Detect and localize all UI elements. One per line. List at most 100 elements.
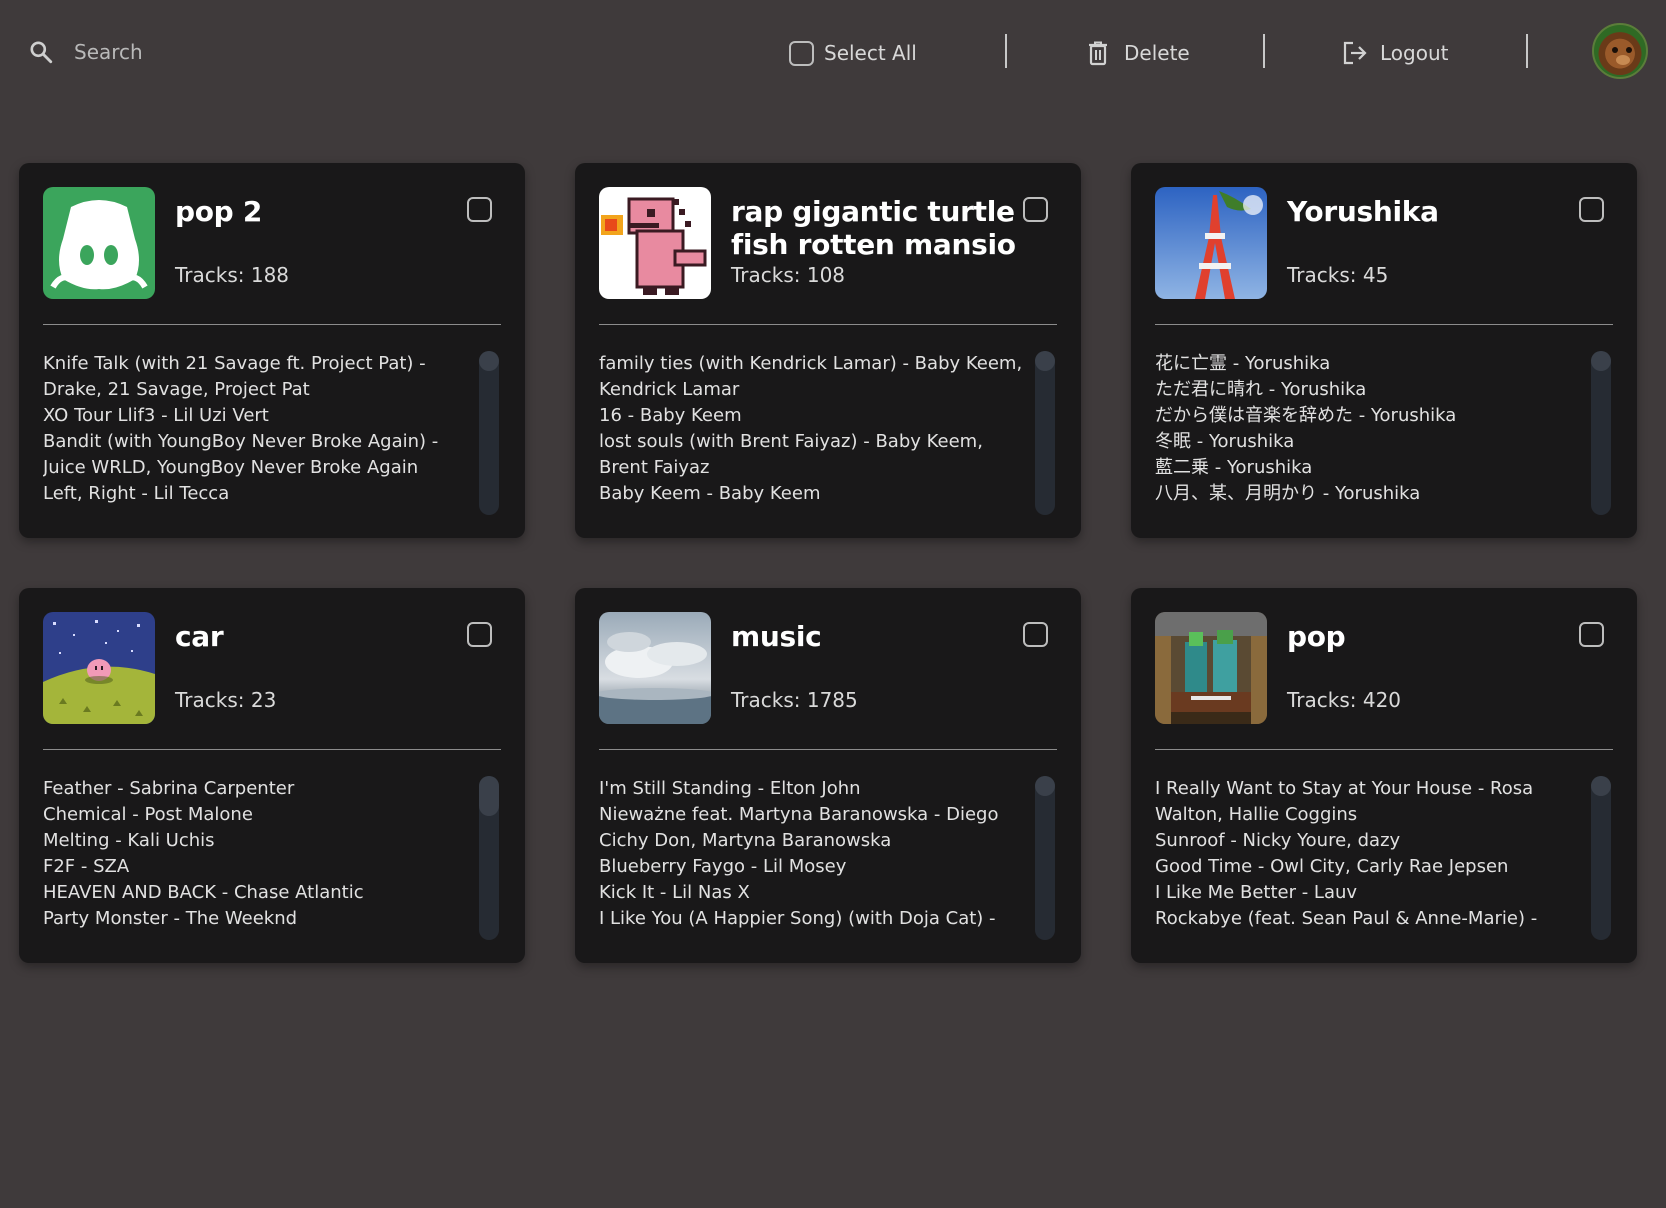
track-count: Tracks: 108 xyxy=(731,263,846,287)
track-list-item: Nieważne feat. Martyna Baranowska - Dieg… xyxy=(599,804,999,851)
track-list-scrollbar[interactable] xyxy=(1591,351,1611,515)
trash-icon xyxy=(1089,41,1107,66)
track-list-item: Good Time - Owl City, Carly Rae Jepsen xyxy=(1155,856,1509,877)
track-list-item: family ties (with Kendrick Lamar) - Baby… xyxy=(599,353,1023,400)
track-list-item: Kick It - Lil Nas X xyxy=(599,882,750,903)
track-list-item: HEAVEN AND BACK - Chase Atlantic xyxy=(43,882,364,903)
playlist-cover-image xyxy=(43,612,155,724)
playlist-title: rap gigantic turtle fish rotten mansio xyxy=(731,195,1016,261)
track-list-item: Blueberry Faygo - Lil Mosey xyxy=(599,856,847,877)
delete-button[interactable]: Delete xyxy=(1086,33,1190,73)
track-list-item: Party Monster - The Weeknd xyxy=(43,908,298,929)
playlist-select-checkbox[interactable] xyxy=(467,197,492,222)
playlist-select-checkbox[interactable] xyxy=(1579,197,1604,222)
divider xyxy=(599,324,1057,325)
track-list-item: 花に亡霊 - Yorushika xyxy=(1155,353,1331,374)
playlist-cover-image xyxy=(599,187,711,299)
track-list-item: I Really Want to Stay at Your House - Ro… xyxy=(1155,778,1534,825)
track-list-item: Knife Talk (with 21 Savage ft. Project P… xyxy=(43,353,426,400)
logout-button[interactable]: Logout xyxy=(1342,33,1448,73)
playlist-select-checkbox[interactable] xyxy=(467,622,492,647)
playlist-title: music xyxy=(731,620,822,653)
playlist-card[interactable]: Yorushika Tracks: 45 花に亡霊 - Yorushika ただ君に晴… xyxy=(1131,163,1637,538)
track-list[interactable]: 花に亡霊 - Yorushika ただ君に晴れ - Yorushika だから僕は音… xyxy=(1155,351,1591,511)
track-list-item: Rockabye (feat. Sean Paul & Anne-Marie) … xyxy=(1155,908,1538,936)
track-list-item: Baby Keem - Baby Keem xyxy=(599,483,821,504)
playlist-title: pop 2 xyxy=(175,195,263,228)
divider xyxy=(599,749,1057,750)
select-all-checkbox[interactable] xyxy=(789,40,814,66)
scrollbar-thumb[interactable] xyxy=(479,351,499,371)
track-list-scrollbar[interactable] xyxy=(479,776,499,940)
playlist-cover-image xyxy=(1155,187,1267,299)
track-list-item: 八月、某、月明かり - Yorushika xyxy=(1155,483,1421,504)
track-list-item: Feather - Sabrina Carpenter xyxy=(43,778,295,799)
toolbar-divider xyxy=(1263,34,1265,68)
search-bar xyxy=(28,37,294,67)
search-input[interactable] xyxy=(74,40,294,64)
playlist-card[interactable]: rap gigantic turtle fish rotten mansio Tr… xyxy=(575,163,1081,538)
track-list-scrollbar[interactable] xyxy=(1591,776,1611,940)
track-list[interactable]: Feather - Sabrina Carpenter Chemical - Po… xyxy=(43,776,479,936)
track-list-item: 16 - Baby Keem xyxy=(599,405,742,426)
avatar-eye xyxy=(1612,47,1618,53)
playlist-cover-image xyxy=(599,612,711,724)
track-list-item: 藍二乗 - Yorushika xyxy=(1155,457,1313,478)
playlist-card[interactable]: pop Tracks: 420 I Really Want to Stay at Y… xyxy=(1131,588,1637,963)
track-list[interactable]: family ties (with Kendrick Lamar) - Baby… xyxy=(599,351,1035,511)
toolbar-divider xyxy=(1005,34,1007,68)
playlist-cover-image xyxy=(1155,612,1267,724)
track-list-item: ただ君に晴れ - Yorushika xyxy=(1155,379,1367,400)
user-avatar[interactable] xyxy=(1592,23,1648,79)
playlist-select-checkbox[interactable] xyxy=(1579,622,1604,647)
track-count: Tracks: 23 xyxy=(175,688,277,712)
divider xyxy=(1155,324,1613,325)
playlist-card[interactable]: pop 2 Tracks: 188 Knife Talk (with 21 Sava… xyxy=(19,163,525,538)
track-list-scrollbar[interactable] xyxy=(479,351,499,515)
scrollbar-thumb[interactable] xyxy=(1591,776,1611,796)
logout-icon xyxy=(1343,41,1367,65)
playlist-card[interactable]: car Tracks: 23 Feather - Sabrina Carpenter… xyxy=(19,588,525,963)
top-bar: Select All Delete Logout xyxy=(0,0,1666,105)
scrollbar-thumb[interactable] xyxy=(1035,351,1055,371)
track-list-item: Melting - Kali Uchis xyxy=(43,830,215,851)
track-count: Tracks: 188 xyxy=(175,263,290,287)
playlist-select-checkbox[interactable] xyxy=(1023,622,1048,647)
track-list-item: lost souls (with Brent Faiyaz) - Baby Ke… xyxy=(599,431,983,478)
track-list[interactable]: Knife Talk (with 21 Savage ft. Project P… xyxy=(43,351,479,511)
select-all-label: Select All xyxy=(824,41,917,65)
select-all-button[interactable]: Select All xyxy=(789,33,917,73)
track-list-item: XO Tour Llif3 - Lil Uzi Vert xyxy=(43,405,269,426)
track-list-item: Sunroof - Nicky Youre, dazy xyxy=(1155,830,1401,851)
playlist-card[interactable]: music Tracks: 1785 I'm Still Standing - El… xyxy=(575,588,1081,963)
playlist-title: pop xyxy=(1287,620,1346,653)
playlist-title: Yorushika xyxy=(1287,195,1439,228)
toolbar-divider xyxy=(1526,34,1528,68)
track-count: Tracks: 1785 xyxy=(731,688,858,712)
track-list-item: F2F - SZA xyxy=(43,856,130,877)
track-list-item: Chemical - Post Malone xyxy=(43,804,253,825)
track-list-item: 冬眠 - Yorushika xyxy=(1155,431,1295,452)
playlist-title: car xyxy=(175,620,224,653)
divider xyxy=(43,749,501,750)
scrollbar-thumb[interactable] xyxy=(479,776,499,816)
playlist-select-checkbox[interactable] xyxy=(1023,197,1048,222)
track-list-item: I'm Still Standing - Elton John xyxy=(599,778,861,799)
playlist-cover-image xyxy=(43,187,155,299)
divider xyxy=(1155,749,1613,750)
track-count: Tracks: 420 xyxy=(1287,688,1402,712)
scrollbar-thumb[interactable] xyxy=(1591,351,1611,371)
track-list-item: I Like Me Better - Lauv xyxy=(1155,882,1358,903)
track-list-scrollbar[interactable] xyxy=(1035,351,1055,515)
avatar-snout xyxy=(1616,55,1630,65)
track-list-item: I Like You (A Happier Song) (with Doja C… xyxy=(599,908,996,936)
search-icon[interactable] xyxy=(28,39,54,65)
track-list[interactable]: I Really Want to Stay at Your House - Ro… xyxy=(1155,776,1591,936)
track-list-scrollbar[interactable] xyxy=(1035,776,1055,940)
track-count: Tracks: 45 xyxy=(1287,263,1389,287)
scrollbar-thumb[interactable] xyxy=(1035,776,1055,796)
track-list[interactable]: I'm Still Standing - Elton John Nieważne … xyxy=(599,776,1035,936)
track-list-item: Left, Right - Lil Tecca xyxy=(43,483,230,504)
divider xyxy=(43,324,501,325)
delete-label: Delete xyxy=(1124,41,1190,65)
